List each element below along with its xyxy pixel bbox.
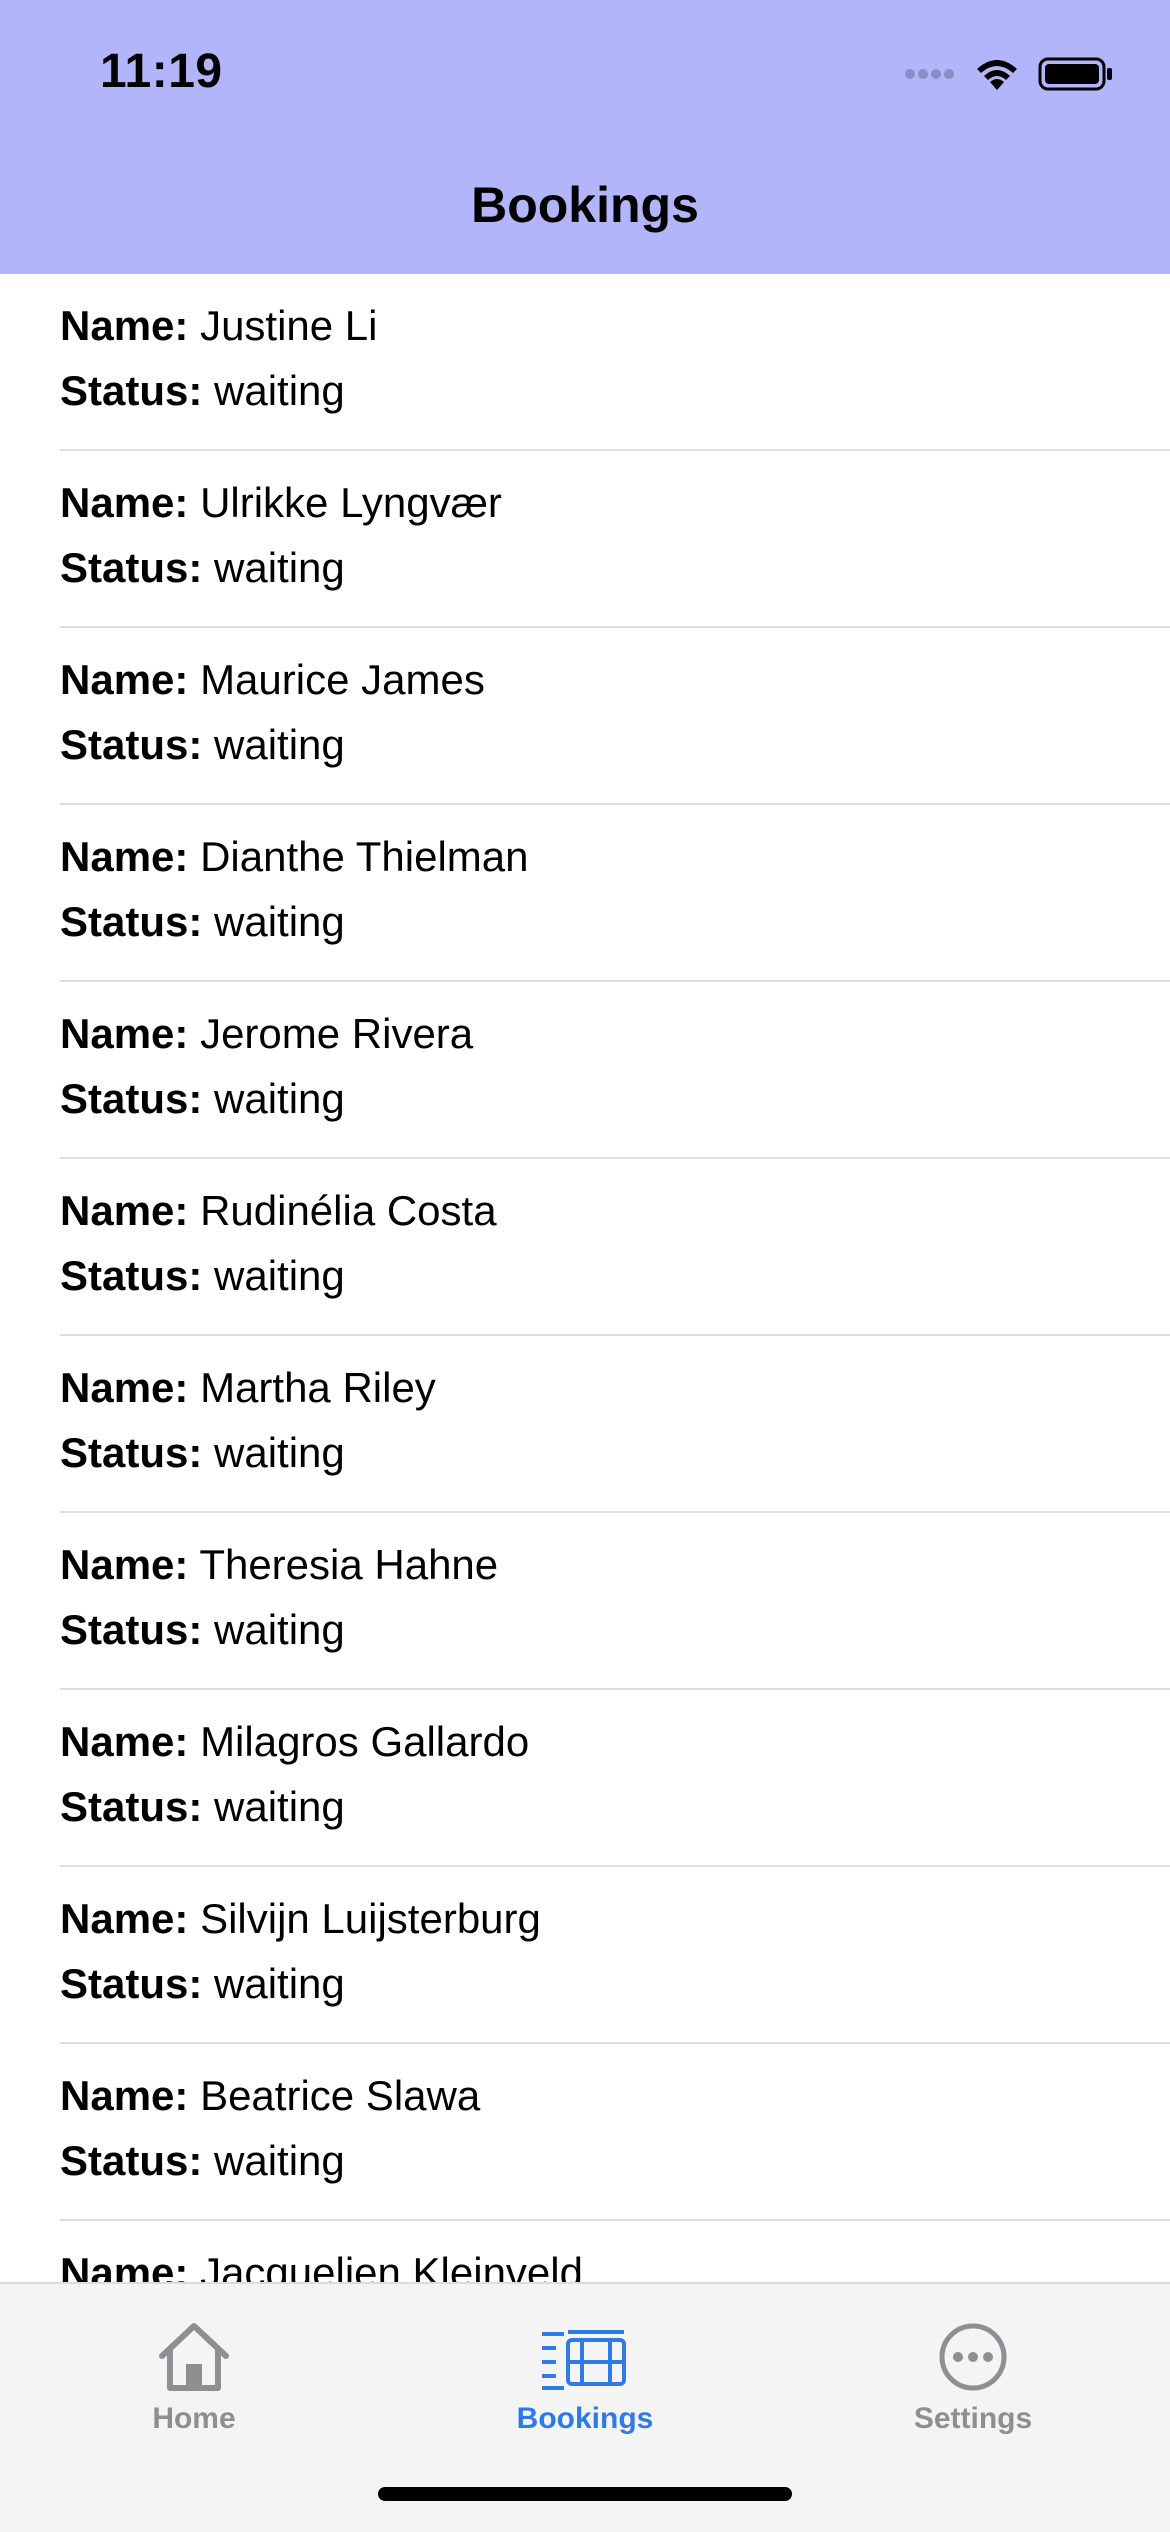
tab-bookings[interactable]: Bookings bbox=[455, 2312, 715, 2436]
list-item[interactable]: Name: Milagros Gallardo Status: waiting bbox=[60, 1690, 1170, 1867]
booking-name: Ulrikke Lyngvær bbox=[200, 479, 502, 526]
cellular-signal-icon bbox=[905, 69, 954, 79]
booking-status: waiting bbox=[214, 898, 345, 945]
booking-status: waiting bbox=[214, 1252, 345, 1299]
name-label: Name: bbox=[60, 1895, 189, 1942]
status-label: Status: bbox=[60, 721, 203, 768]
booking-name: Jacquelien Kleinveld bbox=[200, 2249, 583, 2282]
booking-name: Justine Li bbox=[200, 302, 378, 349]
list-item[interactable]: Name: Dianthe Thielman Status: waiting bbox=[60, 805, 1170, 982]
tab-settings-label: Settings bbox=[913, 2402, 1033, 2435]
house-icon bbox=[159, 2323, 229, 2391]
ellipsis-circle-icon bbox=[939, 2323, 1007, 2391]
tab-home[interactable]: Home bbox=[64, 2312, 324, 2436]
booking-name: Jerome Rivera bbox=[200, 1010, 474, 1057]
status-label: Status: bbox=[60, 898, 203, 945]
booking-status: waiting bbox=[214, 1960, 345, 2007]
bookings-list[interactable]: Name: Justine Li Status: waiting Name: U… bbox=[0, 274, 1170, 2282]
list-item[interactable]: Name: Beatrice Slawa Status: waiting bbox=[60, 2044, 1170, 2221]
film-list-icon bbox=[542, 2330, 626, 2390]
name-label: Name: bbox=[60, 1541, 189, 1588]
tab-home-label: Home bbox=[152, 2402, 236, 2435]
battery-icon bbox=[1038, 57, 1112, 91]
booking-name: Martha Riley bbox=[200, 1364, 436, 1411]
booking-name: Theresia Hahne bbox=[199, 1541, 499, 1588]
list-item[interactable]: Name: Jacquelien Kleinveld Status: waiti… bbox=[60, 2221, 1170, 2282]
name-label: Name: bbox=[60, 302, 189, 349]
name-label: Name: bbox=[60, 1010, 189, 1057]
list-item[interactable]: Name: Rudinélia Costa Status: waiting bbox=[60, 1159, 1170, 1336]
navigation-header: 11:19 Bookings bbox=[0, 0, 1170, 274]
wifi-icon bbox=[977, 60, 1017, 90]
page-title: Bookings bbox=[471, 177, 699, 233]
status-label: Status: bbox=[60, 1960, 203, 2007]
list-item[interactable]: Name: Jerome Rivera Status: waiting bbox=[60, 982, 1170, 1159]
booking-name: Milagros Gallardo bbox=[200, 1718, 530, 1765]
booking-name: Maurice James bbox=[200, 656, 485, 703]
booking-name: Beatrice Slawa bbox=[200, 2072, 481, 2119]
name-label: Name: bbox=[60, 479, 189, 526]
booking-name: Dianthe Thielman bbox=[200, 833, 529, 880]
status-label: Status: bbox=[60, 1783, 203, 1830]
booking-status: waiting bbox=[214, 1783, 345, 1830]
booking-status: waiting bbox=[214, 1429, 345, 1476]
list-item[interactable]: Name: Maurice James Status: waiting bbox=[60, 628, 1170, 805]
booking-status: waiting bbox=[214, 721, 345, 768]
status-label: Status: bbox=[60, 1075, 203, 1122]
status-label: Status: bbox=[60, 1606, 203, 1653]
status-label: Status: bbox=[60, 2137, 203, 2184]
status-label: Status: bbox=[60, 1429, 203, 1476]
status-icons bbox=[904, 54, 1114, 94]
booking-status: waiting bbox=[214, 1606, 345, 1653]
list-item[interactable]: Name: Martha Riley Status: waiting bbox=[60, 1336, 1170, 1513]
list-item[interactable]: Name: Justine Li Status: waiting bbox=[60, 274, 1170, 451]
name-label: Name: bbox=[60, 2072, 189, 2119]
tab-settings[interactable]: Settings bbox=[843, 2312, 1103, 2436]
status-label: Status: bbox=[60, 544, 203, 591]
list-item[interactable]: Name: Silvijn Luijsterburg Status: waiti… bbox=[60, 1867, 1170, 2044]
list-item[interactable]: Name: Ulrikke Lyngvær Status: waiting bbox=[60, 451, 1170, 628]
booking-name: Rudinélia Costa bbox=[200, 1187, 497, 1234]
home-indicator[interactable] bbox=[378, 2487, 792, 2501]
name-label: Name: bbox=[60, 1364, 189, 1411]
status-label: Status: bbox=[60, 367, 203, 414]
booking-status: waiting bbox=[214, 2137, 345, 2184]
list-item[interactable]: Name: Theresia Hahne Status: waiting bbox=[60, 1513, 1170, 1690]
booking-status: waiting bbox=[214, 1075, 345, 1122]
name-label: Name: bbox=[60, 833, 189, 880]
booking-status: waiting bbox=[214, 544, 345, 591]
name-label: Name: bbox=[60, 2249, 189, 2282]
status-label: Status: bbox=[60, 1252, 203, 1299]
status-time: 11:19 bbox=[100, 45, 223, 98]
booking-status: waiting bbox=[214, 367, 345, 414]
name-label: Name: bbox=[60, 656, 189, 703]
booking-name: Silvijn Luijsterburg bbox=[200, 1895, 541, 1942]
name-label: Name: bbox=[60, 1187, 189, 1234]
tab-bookings-label: Bookings bbox=[516, 2402, 654, 2435]
name-label: Name: bbox=[60, 1718, 189, 1765]
